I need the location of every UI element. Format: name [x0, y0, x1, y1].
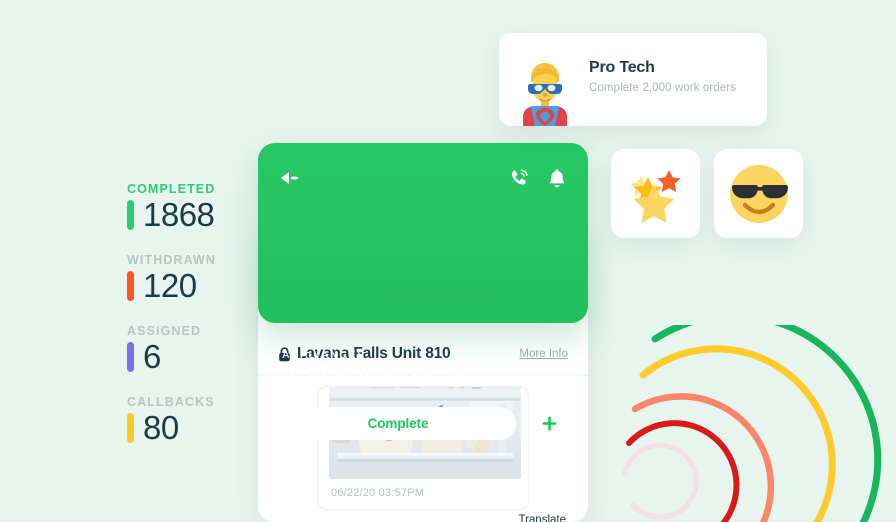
achievement-subtitle: Complete 2,000 work orders — [589, 82, 737, 94]
work-order-card: APPLIANCES Refrigerator Issues Complete — [258, 143, 588, 441]
arc-green — [651, 325, 882, 522]
stat-label: WITHDRAWN — [127, 253, 217, 267]
translate-link[interactable]: Translate — [518, 514, 566, 522]
cool-face-badge[interactable] — [714, 149, 803, 238]
achievement-title: Pro Tech — [589, 59, 655, 76]
stat-completed: COMPLETED 1868 — [127, 182, 257, 231]
stat-value: 6 — [143, 338, 161, 375]
arc-red — [626, 420, 740, 522]
work-order-title: Refrigerator Issues — [282, 362, 464, 385]
arc-yellow — [639, 345, 836, 522]
stat-value: 1868 — [143, 196, 215, 233]
more-info-link[interactable]: More Info — [519, 348, 568, 360]
stat-bar-withdrawn — [127, 270, 134, 301]
add-button[interactable] — [532, 406, 567, 441]
work-order-category: APPLIANCES — [282, 349, 366, 361]
stat-bar-completed — [127, 199, 134, 230]
complete-button[interactable]: Complete — [280, 407, 516, 440]
achievement-card[interactable]: Pro Tech Complete 2,000 work orders — [499, 33, 767, 126]
photo-timestamp: 06/22/20 03:57PM — [331, 487, 425, 499]
stat-bar-assigned — [127, 341, 134, 372]
photo-attachment[interactable]: 06/22/20 03:57PM — [317, 386, 529, 510]
superhero-avatar — [523, 63, 567, 126]
stat-label: COMPLETED — [127, 182, 216, 196]
arc-salmon — [631, 393, 775, 522]
work-order-toolbar — [280, 167, 566, 189]
bell-icon[interactable] — [548, 168, 566, 189]
stars-emoji — [629, 169, 681, 223]
stars-badge[interactable] — [611, 149, 700, 238]
phone-call-icon[interactable] — [509, 168, 530, 189]
stat-label: CALLBACKS — [127, 395, 215, 409]
stat-label: ASSIGNED — [127, 324, 202, 338]
stat-callbacks: CALLBACKS 80 — [127, 395, 257, 444]
stat-value: 120 — [143, 267, 197, 304]
app-canvas: COMPLETED 1868 WITHDRAWN 120 ASSIGNED 6 … — [0, 0, 896, 522]
stat-withdrawn: WITHDRAWN 120 — [127, 253, 257, 302]
stat-bar-callbacks — [127, 412, 134, 443]
stat-value: 80 — [143, 409, 179, 446]
stats-column: COMPLETED 1868 WITHDRAWN 120 ASSIGNED 6 … — [127, 182, 257, 444]
arc-pink — [622, 442, 699, 520]
stat-assigned: ASSIGNED 6 — [127, 324, 257, 373]
sunglasses-face-emoji — [729, 164, 788, 223]
back-arrow-icon[interactable] — [280, 170, 302, 186]
plus-icon — [542, 416, 557, 431]
